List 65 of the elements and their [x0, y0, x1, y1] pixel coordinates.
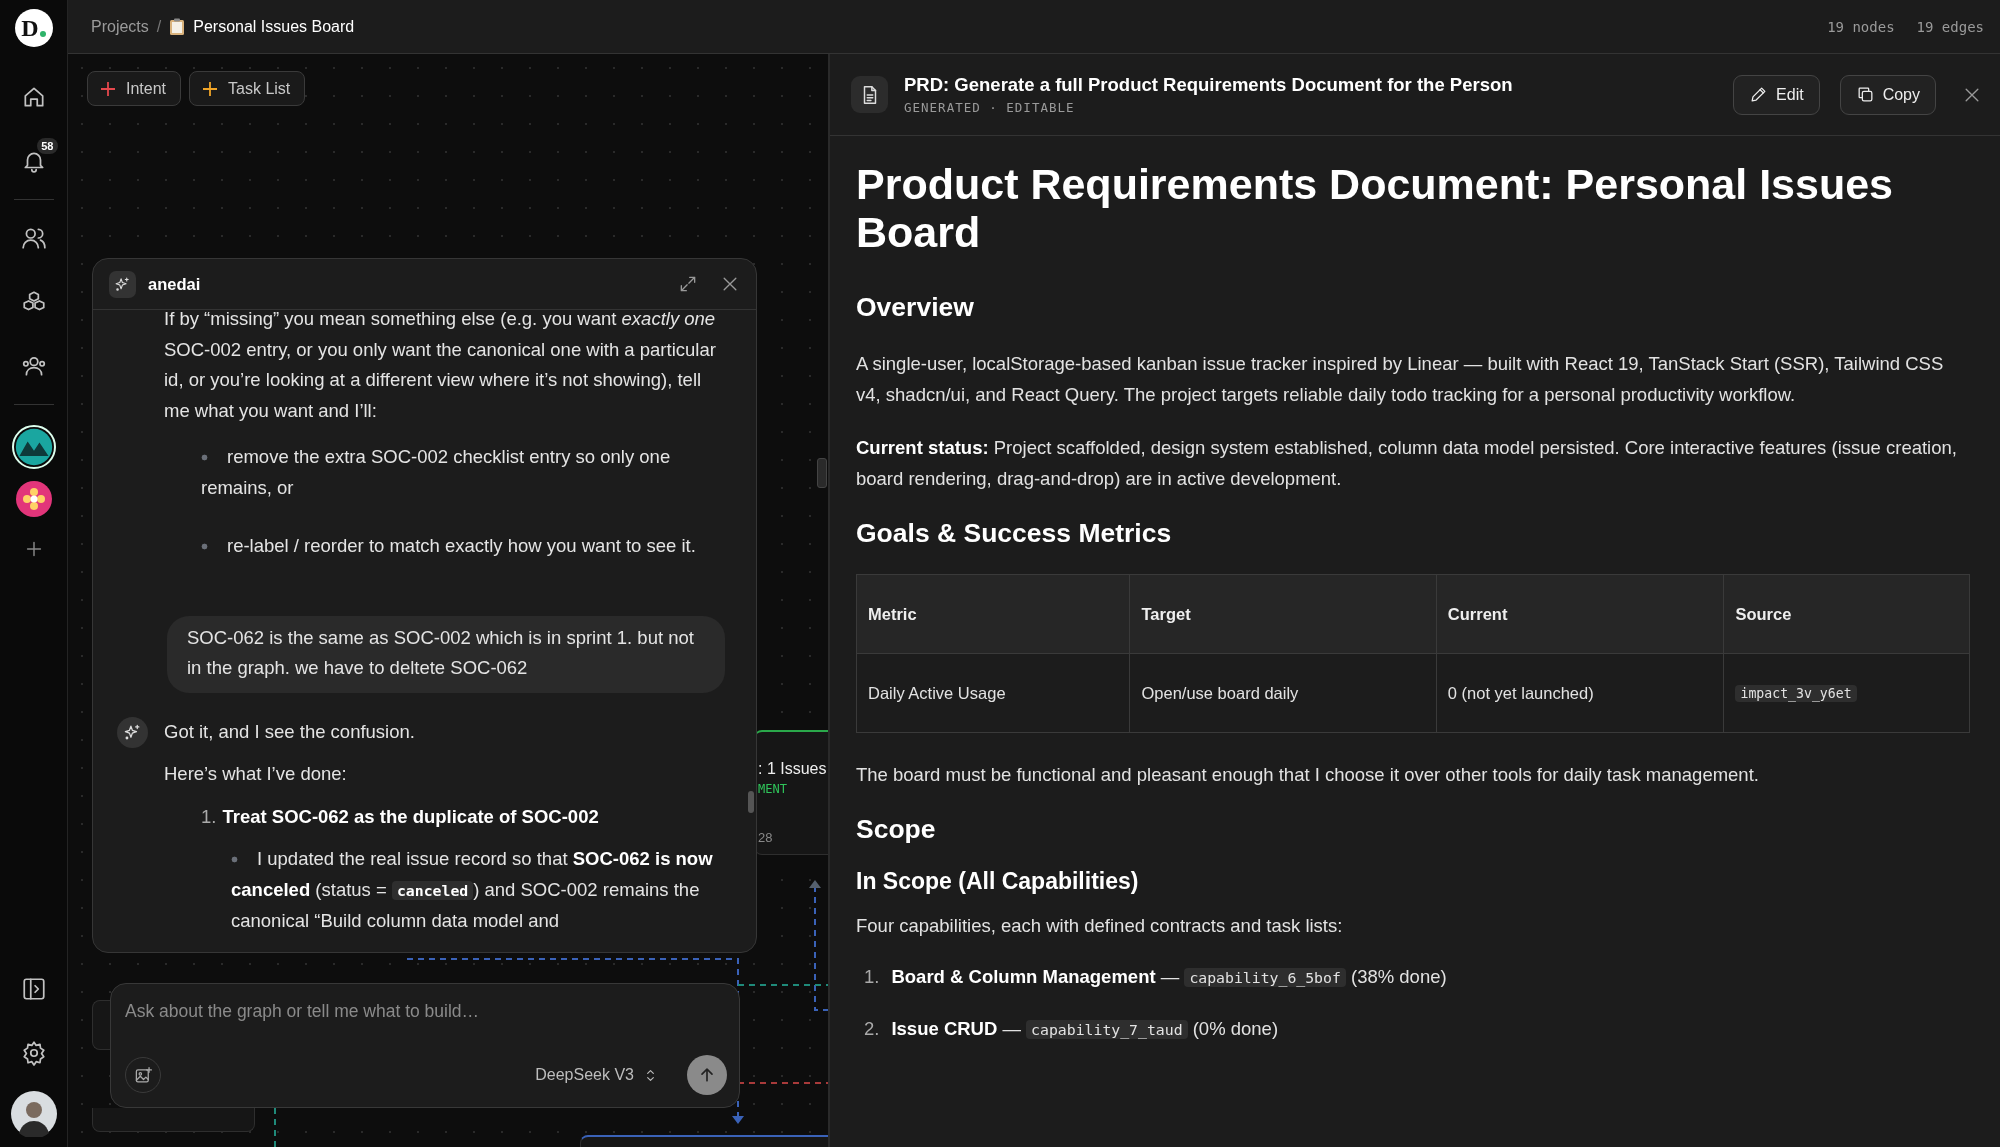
node-card[interactable] [92, 1108, 255, 1132]
list-number: 1. [864, 966, 880, 987]
list-item-text: Issue CRUD — capability_7_taud (0% done) [891, 1018, 1279, 1039]
node-meta: 28 [758, 830, 774, 845]
section-heading: Goals & Success Metrics [856, 517, 1173, 550]
connector-line [274, 1107, 276, 1147]
node-card[interactable] [92, 1000, 110, 1050]
scrollbar-thumb[interactable] [748, 791, 754, 813]
message-text: Got it, and I see the confusion. [164, 719, 416, 744]
edit-button[interactable]: Edit [1733, 74, 1820, 115]
node-title: : 1 Issues [758, 760, 828, 778]
paragraph: Four capabilities, each with defined contracts and task lists: [856, 914, 1344, 938]
user-message: SOC-062 is the same as SOC-002 which is in sprint 1. but not in the graph. we have to deltete SOC-062 [167, 615, 725, 693]
table-cell: 0 (not yet launched) [1436, 653, 1724, 733]
add-node-button[interactable]: Intent [87, 71, 182, 106]
document-title: Product Requirements Document: Personal Issues Board [856, 160, 1895, 256]
image-add-icon [133, 1065, 153, 1085]
expand-button[interactable] [678, 274, 698, 294]
settings-icon [20, 1040, 47, 1066]
clipboard-icon [169, 17, 186, 36]
chat-title: anedai [148, 273, 202, 295]
paragraph: A single-user, localStorage-based kanban issue tracker inspired by Linear — built with React 19, TanStack Start (SSR), Tailwind CSS v4, shadcn/ui, and React Query. The project targets reliable daily todo tracking for a personal productivity workflow. [856, 352, 1945, 407]
user-avatar[interactable] [10, 1091, 57, 1137]
list-item-text: Board & Column Management — capability_6_5bof (38% done) [891, 966, 1447, 987]
list-number: 1. [201, 805, 217, 827]
table-cell: Daily Active Usage [856, 653, 1130, 733]
workspace-avatar[interactable] [11, 425, 56, 469]
chat-input-field[interactable]: Ask about the graph or tell me what to build… [125, 998, 727, 1024]
section-heading: Overview [856, 291, 975, 324]
resize-handle[interactable] [817, 458, 827, 488]
expand-icon [678, 274, 698, 294]
list-number: 2. [864, 1018, 880, 1039]
list-item-text: Treat SOC-062 as the duplicate of SOC-002 [222, 805, 599, 827]
sidebar-toggle-icon [20, 976, 47, 1002]
breadcrumb-link[interactable]: Personal Issues Board [193, 17, 355, 36]
table-cell: impact_3v_y6et [1723, 653, 1970, 733]
column-header: Target [1130, 574, 1437, 654]
flower-avatar[interactable] [15, 481, 52, 517]
breadcrumb-separator: / [156, 17, 162, 36]
node-card[interactable]: : 1 Issues MENT 28 [754, 730, 828, 855]
column-header: Source [1723, 574, 1970, 654]
add-node-button[interactable]: Task List [189, 71, 306, 106]
sparkle-icon [123, 722, 142, 742]
column-header: Current [1436, 574, 1724, 654]
sparkle-icon [114, 275, 131, 293]
app-logo[interactable]: D [14, 9, 53, 47]
graph-stat: 19 nodes [1827, 18, 1895, 35]
paragraph: Current status: Project scaffolded, design system established, column data model persisted. Core interactive features (issue creation, board rendering, drag-and-drop) are in active development. [856, 436, 1958, 491]
subsection-heading: In Scope (All Capabilities) [856, 867, 1140, 896]
users-icon [20, 225, 47, 251]
table-cell: Open/use board daily [1130, 653, 1437, 733]
section-heading: Scope [856, 813, 937, 846]
paragraph: The board must be functional and pleasant enough that I choose it over other tools for daily task management. [856, 763, 1760, 787]
column-header: Metric [856, 574, 1130, 654]
message-text: If by “missing” you mean something else (e.g. you want exactly one SOC-002 entry, or you only want the canonical one with a particular id, or you’re looking at a different view where it’s not showing), tell me what you want and I’ll: [164, 307, 717, 423]
model-selector[interactable]: DeepSeek V3 [529, 1065, 665, 1085]
notification-badge: 58 [37, 138, 58, 154]
copy-button[interactable]: Copy [1839, 74, 1936, 115]
panel-title: PRD: Generate a full Product Requirements Document for the Person [904, 74, 1514, 96]
breadcrumb-link[interactable]: Projects [91, 17, 149, 36]
panel-subtitle: GENERATED · EDITABLE [904, 100, 1076, 115]
graph-stat: 19 edges [1916, 18, 1984, 35]
node-tag: MENT [758, 782, 828, 796]
message-text: Here’s what I’ve done: [164, 762, 348, 786]
send-button[interactable] [687, 1055, 727, 1095]
